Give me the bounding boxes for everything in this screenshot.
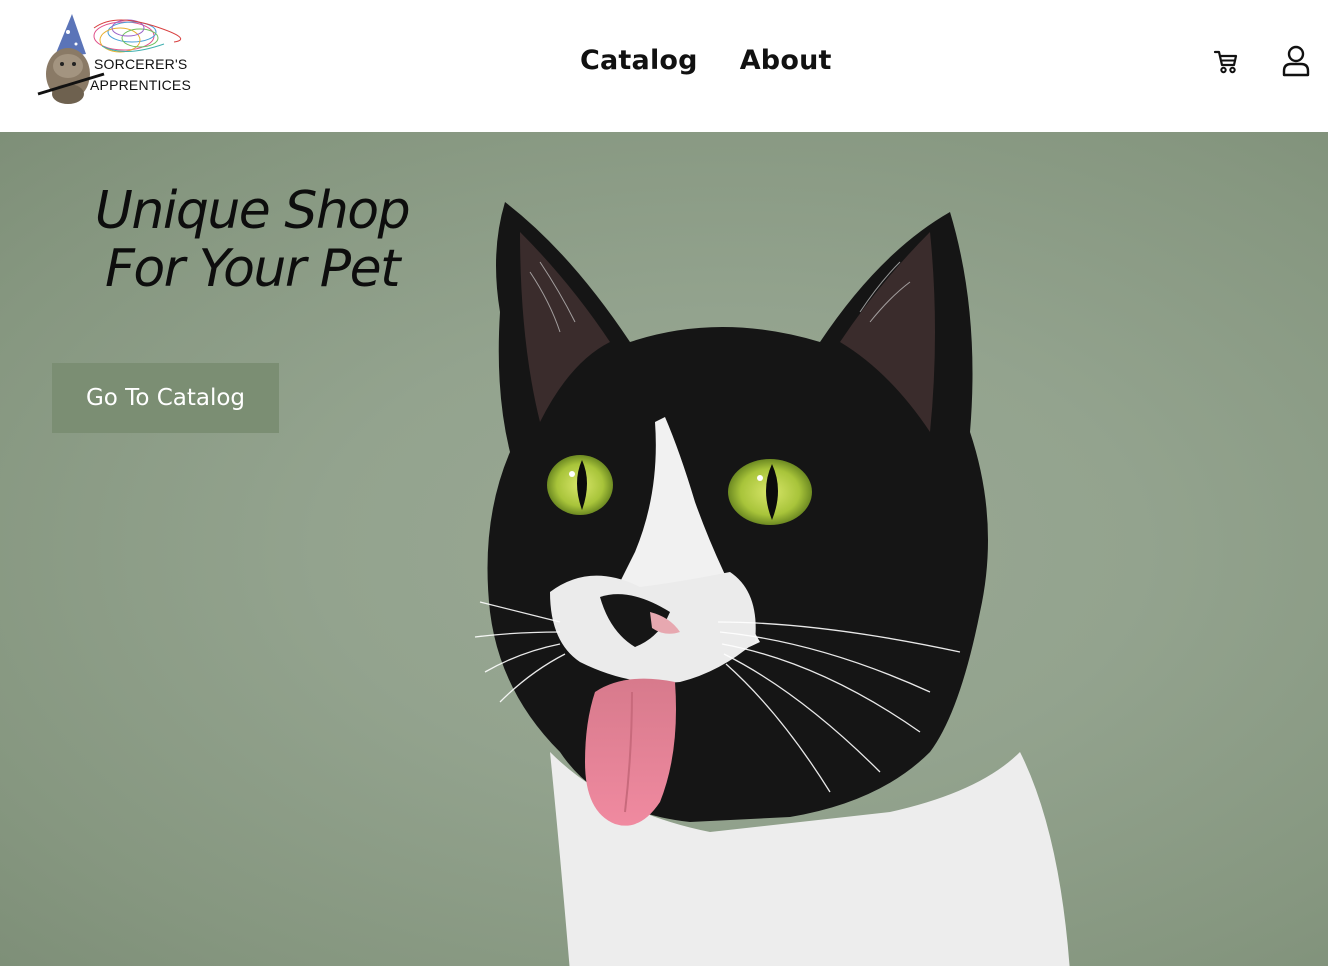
site-header: SORCERER'S APPRENTICES Catalog About (0, 0, 1328, 132)
user-icon (1282, 45, 1310, 77)
nav-catalog-link[interactable]: Catalog (580, 45, 698, 76)
account-button[interactable] (1279, 44, 1313, 78)
hero-headline: Unique Shop For Your Pet (62, 182, 442, 298)
main-nav: Catalog About (580, 40, 832, 80)
cat-photo (474, 202, 1070, 966)
cart-button[interactable] (1209, 44, 1243, 78)
headline-line2: For Your Pet (104, 239, 401, 299)
headline-line1: Unique Shop (94, 181, 411, 241)
cart-icon (1213, 50, 1238, 74)
nav-about-link[interactable]: About (740, 45, 832, 76)
go-to-catalog-button[interactable]: Go To Catalog (52, 363, 279, 433)
logo-text-line2: APPRENTICES (90, 77, 191, 93)
brand-logo[interactable]: SORCERER'S APPRENTICES (24, 8, 194, 110)
logo-text-line1: SORCERER'S (94, 56, 188, 72)
hero-banner: Unique Shop For Your Pet Go To Catalog (0, 132, 1328, 966)
